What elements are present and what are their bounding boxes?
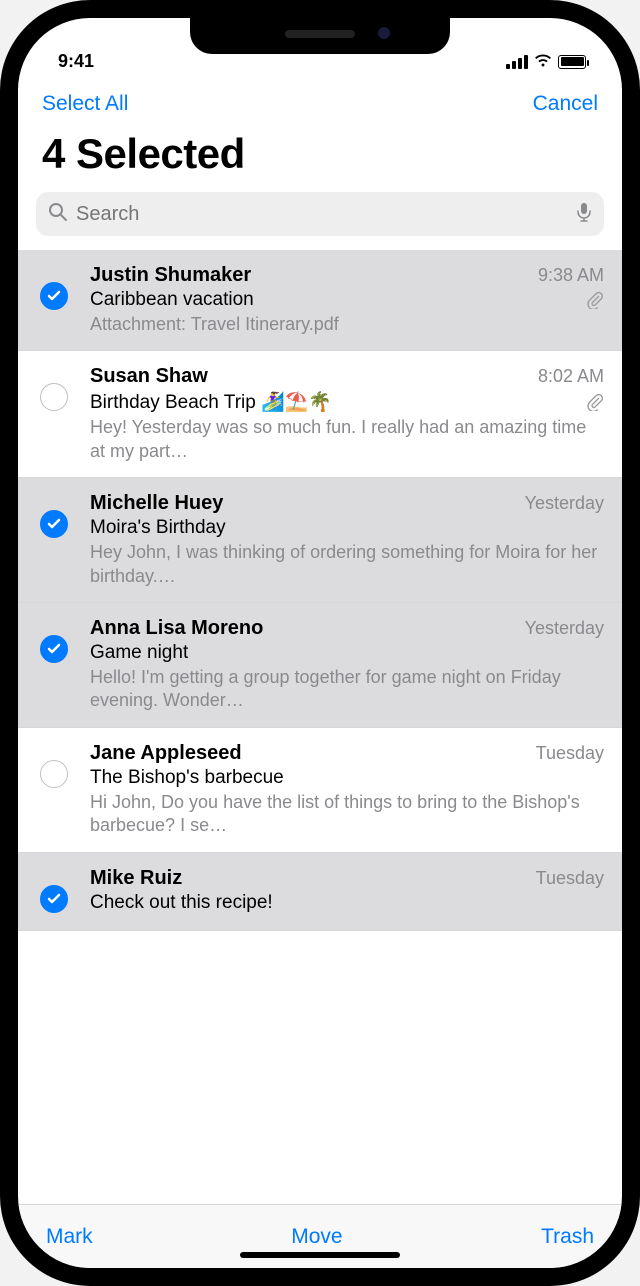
nav-bar: Select All Cancel [18, 78, 622, 122]
mail-item[interactable]: Anna Lisa Moreno Yesterday Game nightHello… [18, 603, 622, 728]
search-input[interactable] [76, 203, 568, 226]
selection-checkbox[interactable] [40, 760, 68, 788]
email-preview: Hello! I'm getting a group together for … [90, 666, 604, 713]
sender-name: Susan Shaw [90, 365, 208, 388]
email-time: 8:02 AM [538, 366, 604, 387]
bottom-toolbar: Mark Move Trash [18, 1204, 622, 1268]
email-time: Tuesday [536, 868, 604, 889]
email-preview: Hi John, Do you have the list of things … [90, 791, 604, 838]
screen: 9:41 Select All Cancel 4 Selected [18, 18, 622, 1268]
email-preview: Hey! Yesterday was so much fun. I really… [90, 416, 604, 463]
sender-name: Michelle Huey [90, 492, 223, 515]
email-subject: Birthday Beach Trip 🏄‍♀️⛱️🌴 [90, 390, 332, 414]
email-subject: The Bishop's barbecue [90, 767, 284, 789]
attachment-icon [586, 393, 604, 411]
mark-button[interactable]: Mark [46, 1225, 93, 1249]
email-time: Yesterday [525, 493, 604, 514]
move-button[interactable]: Move [291, 1225, 342, 1249]
page-title: 4 Selected [42, 130, 598, 178]
mail-list[interactable]: Justin Shumaker 9:38 AM Caribbean vacation… [18, 250, 622, 1204]
select-all-button[interactable]: Select All [42, 92, 128, 116]
mail-item[interactable]: Michelle Huey Yesterday Moira's BirthdayHe… [18, 478, 622, 603]
email-preview: Attachment: Travel Itinerary.pdf [90, 313, 604, 336]
selection-checkbox[interactable] [40, 885, 68, 913]
email-preview: Hey John, I was thinking of ordering som… [90, 541, 604, 588]
email-time: Tuesday [536, 743, 604, 764]
email-time: Yesterday [525, 618, 604, 639]
selection-checkbox[interactable] [40, 510, 68, 538]
search-field[interactable] [36, 192, 604, 236]
mail-item[interactable]: Justin Shumaker 9:38 AM Caribbean vacation… [18, 250, 622, 351]
mail-item[interactable]: Mike Ruiz Tuesday Check out this recipe! [18, 853, 622, 931]
email-subject: Check out this recipe! [90, 892, 273, 914]
email-subject: Caribbean vacation [90, 289, 254, 311]
selection-checkbox[interactable] [40, 383, 68, 411]
battery-icon [558, 55, 586, 69]
home-indicator[interactable] [240, 1252, 400, 1258]
sender-name: Anna Lisa Moreno [90, 617, 263, 640]
sender-name: Justin Shumaker [90, 264, 251, 287]
phone-frame: 9:41 Select All Cancel 4 Selected [0, 0, 640, 1286]
sender-name: Mike Ruiz [90, 867, 182, 890]
status-time: 9:41 [58, 51, 94, 72]
cellular-signal-icon [506, 55, 528, 69]
trash-button[interactable]: Trash [541, 1225, 594, 1249]
selection-checkbox[interactable] [40, 282, 68, 310]
sender-name: Jane Appleseed [90, 742, 242, 765]
selection-checkbox[interactable] [40, 635, 68, 663]
mail-item[interactable]: Jane Appleseed Tuesday The Bishop's barbec… [18, 728, 622, 853]
email-subject: Game night [90, 642, 188, 664]
email-time: 9:38 AM [538, 265, 604, 286]
wifi-icon [534, 51, 552, 72]
mail-item[interactable]: Susan Shaw 8:02 AM Birthday Beach Trip 🏄‍♀… [18, 351, 622, 478]
attachment-icon [586, 291, 604, 309]
email-subject: Moira's Birthday [90, 517, 226, 539]
cancel-button[interactable]: Cancel [533, 92, 598, 116]
notch [190, 18, 450, 54]
dictation-icon[interactable] [576, 202, 592, 227]
search-icon [48, 202, 68, 227]
